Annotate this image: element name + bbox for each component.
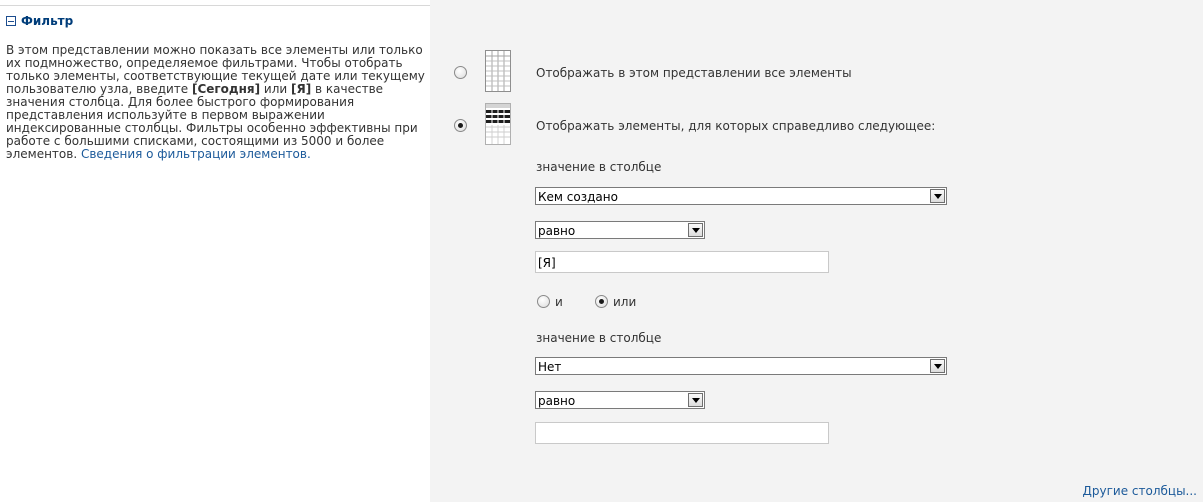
filter1-column-select[interactable]: Кем создано (535, 187, 947, 205)
filter-description: В этом представлении можно показать все … (6, 44, 426, 161)
filter1-column-label: значение в столбце (536, 160, 662, 174)
description-text: или (260, 82, 292, 96)
chevron-down-icon[interactable] (688, 393, 703, 407)
or-radio[interactable] (595, 295, 608, 308)
filter-help-link[interactable]: Сведения о фильтрации элементов. (81, 147, 311, 161)
section-title: Фильтр (21, 14, 74, 28)
filter2-value-input[interactable] (535, 422, 829, 444)
all-items-grid-icon (485, 50, 511, 92)
chevron-down-icon[interactable] (930, 189, 945, 203)
collapse-icon[interactable] (6, 16, 16, 26)
and-radio[interactable] (537, 295, 550, 308)
filter-section-header[interactable]: Фильтр (6, 14, 73, 28)
show-all-label[interactable]: Отображать в этом представлении все элем… (536, 66, 852, 80)
filter1-operator-value: равно (538, 224, 576, 238)
and-label[interactable]: и (555, 295, 563, 309)
filtered-items-grid-icon (485, 103, 511, 145)
me-token: [Я] (291, 82, 312, 96)
or-label[interactable]: или (613, 295, 636, 309)
filter2-column-label: значение в столбце (536, 331, 662, 345)
filter1-operator-select[interactable]: равно (535, 221, 705, 239)
filter1-column-value: Кем создано (538, 190, 618, 204)
filter2-column-select[interactable]: Нет (535, 357, 947, 375)
filter-description-panel: Фильтр В этом представлении можно показа… (0, 0, 430, 502)
filter-settings-panel: Отображать в этом представлении все элем… (430, 0, 1203, 502)
show-filtered-radio[interactable] (454, 119, 467, 132)
divider (0, 5, 430, 6)
chevron-down-icon[interactable] (688, 223, 703, 237)
filter2-operator-value: равно (538, 394, 576, 408)
chevron-down-icon[interactable] (930, 359, 945, 373)
filter2-column-value: Нет (538, 360, 562, 374)
filter2-operator-select[interactable]: равно (535, 391, 705, 409)
today-token: [Сегодня] (191, 82, 261, 96)
show-all-radio[interactable] (454, 66, 467, 79)
show-filtered-label[interactable]: Отображать элементы, для которых справед… (536, 119, 935, 133)
filter1-value-input[interactable]: [Я] (535, 251, 829, 273)
more-columns-link[interactable]: Другие столбцы... (1083, 484, 1197, 498)
